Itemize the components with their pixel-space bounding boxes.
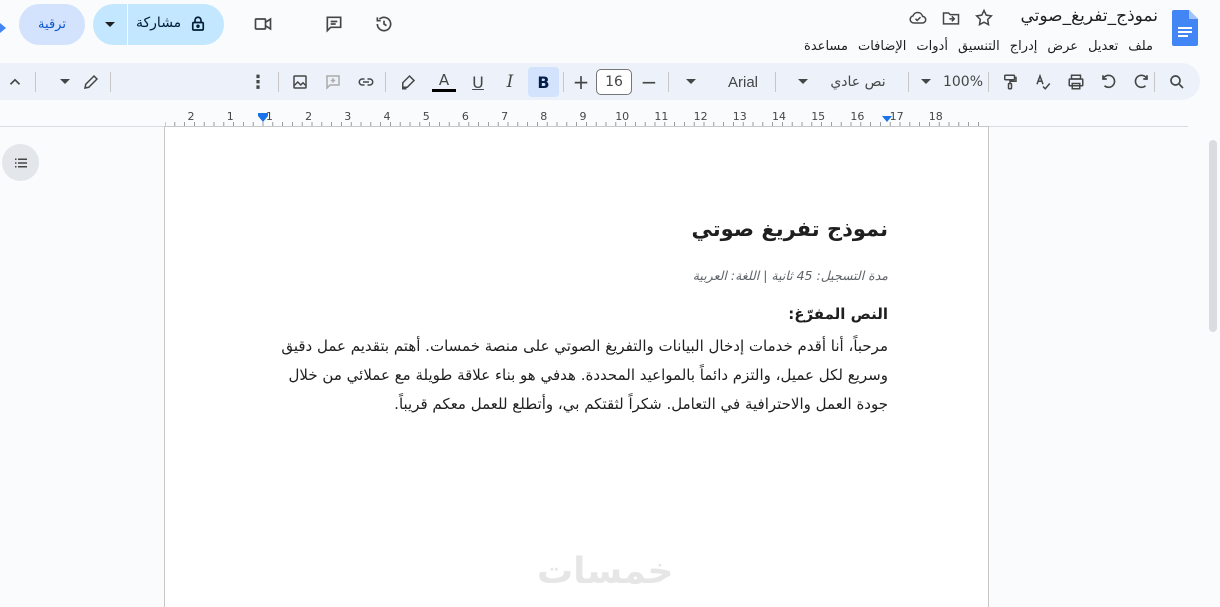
menu-help[interactable]: مساعدة xyxy=(799,37,853,57)
font-size-value: 16 xyxy=(605,74,623,90)
add-comment-icon[interactable] xyxy=(320,68,346,96)
toolbar-separator xyxy=(35,72,36,92)
upgrade-button[interactable]: ترقية xyxy=(19,4,85,45)
print-icon[interactable] xyxy=(1063,68,1089,96)
ruler-label: 11 xyxy=(654,110,668,123)
zoom-value: 100% xyxy=(942,74,984,90)
insert-image-icon[interactable] xyxy=(287,68,313,96)
ruler-label: 3 xyxy=(344,110,351,123)
outline-list-icon xyxy=(14,158,27,167)
menu-insert[interactable]: إدراج xyxy=(1005,37,1043,57)
paint-format-icon[interactable] xyxy=(997,68,1023,96)
spellcheck-icon[interactable] xyxy=(1030,68,1056,96)
comments-icon[interactable] xyxy=(320,10,348,38)
ruler-label: 9 xyxy=(580,110,587,123)
text-color-swatch xyxy=(432,89,456,92)
document-meta[interactable]: مدة التسجيل: 45 ثانية | اللغة: العربية xyxy=(263,268,888,283)
toolbar-separator xyxy=(775,72,776,92)
transcript-body[interactable]: مرحباً، أنا أقدم خدمات إدخال البيانات وا… xyxy=(263,332,888,419)
menu-extensions[interactable]: الإضافات xyxy=(853,37,911,57)
document-heading[interactable]: نموذج تفريغ صوتي xyxy=(263,217,888,241)
ruler-label: 10 xyxy=(615,110,629,123)
text-color-button[interactable]: A xyxy=(430,68,458,96)
document-outline-button[interactable] xyxy=(2,144,39,181)
menu-view[interactable]: عرض xyxy=(1042,37,1083,57)
insert-link-icon[interactable] xyxy=(353,68,379,96)
share-label: مشاركة xyxy=(136,15,182,31)
italic-button[interactable]: I xyxy=(497,68,523,96)
star-icon[interactable] xyxy=(970,4,998,32)
toolbar-separator xyxy=(668,72,669,92)
toolbar-separator xyxy=(1154,72,1155,92)
font-value: Arial xyxy=(727,73,758,91)
toolbar-separator xyxy=(563,72,564,92)
first-line-indent-marker[interactable] xyxy=(258,113,268,116)
watermark-logo: خمسات xyxy=(537,551,674,592)
document-title[interactable]: نموذج_تفريغ_صوتي xyxy=(1021,6,1159,26)
toolbar-separator xyxy=(278,72,279,92)
undo-icon[interactable] xyxy=(1096,68,1122,96)
style-select[interactable]: نص عادي xyxy=(784,68,900,96)
ruler-label: 2 xyxy=(305,110,312,123)
redo-icon[interactable] xyxy=(1128,68,1154,96)
transcript-label[interactable]: :النص المفرّغ xyxy=(263,305,888,323)
ruler-label: 4 xyxy=(384,110,391,123)
more-options-icon[interactable]: ⋮ xyxy=(245,68,271,96)
ruler-label: 13 xyxy=(733,110,747,123)
style-value: نص عادي xyxy=(830,74,886,90)
zoom-select[interactable]: 100% xyxy=(918,68,986,96)
toolbar-separator xyxy=(385,72,386,92)
cloud-status-icon[interactable] xyxy=(904,4,932,32)
font-select[interactable]: Arial xyxy=(676,68,768,96)
share-dropdown-chevron-icon[interactable] xyxy=(93,4,128,45)
version-history-icon[interactable] xyxy=(370,10,398,38)
collapse-menus-chevron-up-icon[interactable] xyxy=(2,68,28,96)
side-panel-arrow-icon[interactable] xyxy=(0,18,6,33)
ruler-label: 17 xyxy=(890,110,904,123)
ruler-label: 14 xyxy=(772,110,786,123)
ruler-label: 15 xyxy=(811,110,825,123)
increase-font-size-button[interactable]: + xyxy=(568,68,594,96)
menu-file[interactable]: ملف xyxy=(1123,37,1158,57)
highlight-pen-icon[interactable] xyxy=(395,68,421,96)
ruler-label: 12 xyxy=(694,110,708,123)
docs-logo-icon[interactable] xyxy=(1172,10,1198,46)
ruler-label: 2 xyxy=(188,110,195,123)
ruler-label: 16 xyxy=(850,110,864,123)
menu-tools[interactable]: أدوات xyxy=(911,37,953,57)
font-size-input[interactable]: 16 xyxy=(596,69,632,95)
menu-format[interactable]: التنسيق xyxy=(953,37,1005,57)
menu-bar: ملف تعديل عرض إدراج التنسيق أدوات الإضاف… xyxy=(799,37,1158,57)
meet-video-icon[interactable] xyxy=(246,10,280,38)
menu-edit[interactable]: تعديل xyxy=(1083,37,1123,57)
search-menus-icon[interactable] xyxy=(1164,68,1190,96)
toolbar-separator xyxy=(110,72,111,92)
horizontal-ruler[interactable]: 2 1 1 2 3 4 5 6 7 8 9 10 11 12 13 14 15 16 17 18 xyxy=(165,106,988,126)
share-button[interactable]: مشاركة xyxy=(93,4,224,45)
vertical-scrollbar[interactable] xyxy=(1209,140,1217,332)
ruler-label: 5 xyxy=(423,110,430,123)
document-page[interactable]: نموذج تفريغ صوتي مدة التسجيل: 45 ثانية |… xyxy=(164,126,989,607)
bold-button[interactable]: B xyxy=(528,67,559,97)
toolbar-separator xyxy=(988,72,989,92)
lock-icon xyxy=(189,15,207,33)
ruler-label: 1 xyxy=(227,110,234,123)
toolbar-separator xyxy=(908,72,909,92)
move-folder-icon[interactable] xyxy=(937,4,965,32)
decrease-font-size-button[interactable]: − xyxy=(636,68,662,96)
ruler-label: 6 xyxy=(462,110,469,123)
underline-button[interactable]: U xyxy=(465,68,491,96)
pencil-icon xyxy=(84,74,99,89)
ruler-label: 7 xyxy=(501,110,508,123)
ruler-label: 18 xyxy=(929,110,943,123)
upgrade-label: ترقية xyxy=(38,17,66,32)
ruler-label: 8 xyxy=(540,110,547,123)
editing-mode-select[interactable] xyxy=(55,68,105,96)
